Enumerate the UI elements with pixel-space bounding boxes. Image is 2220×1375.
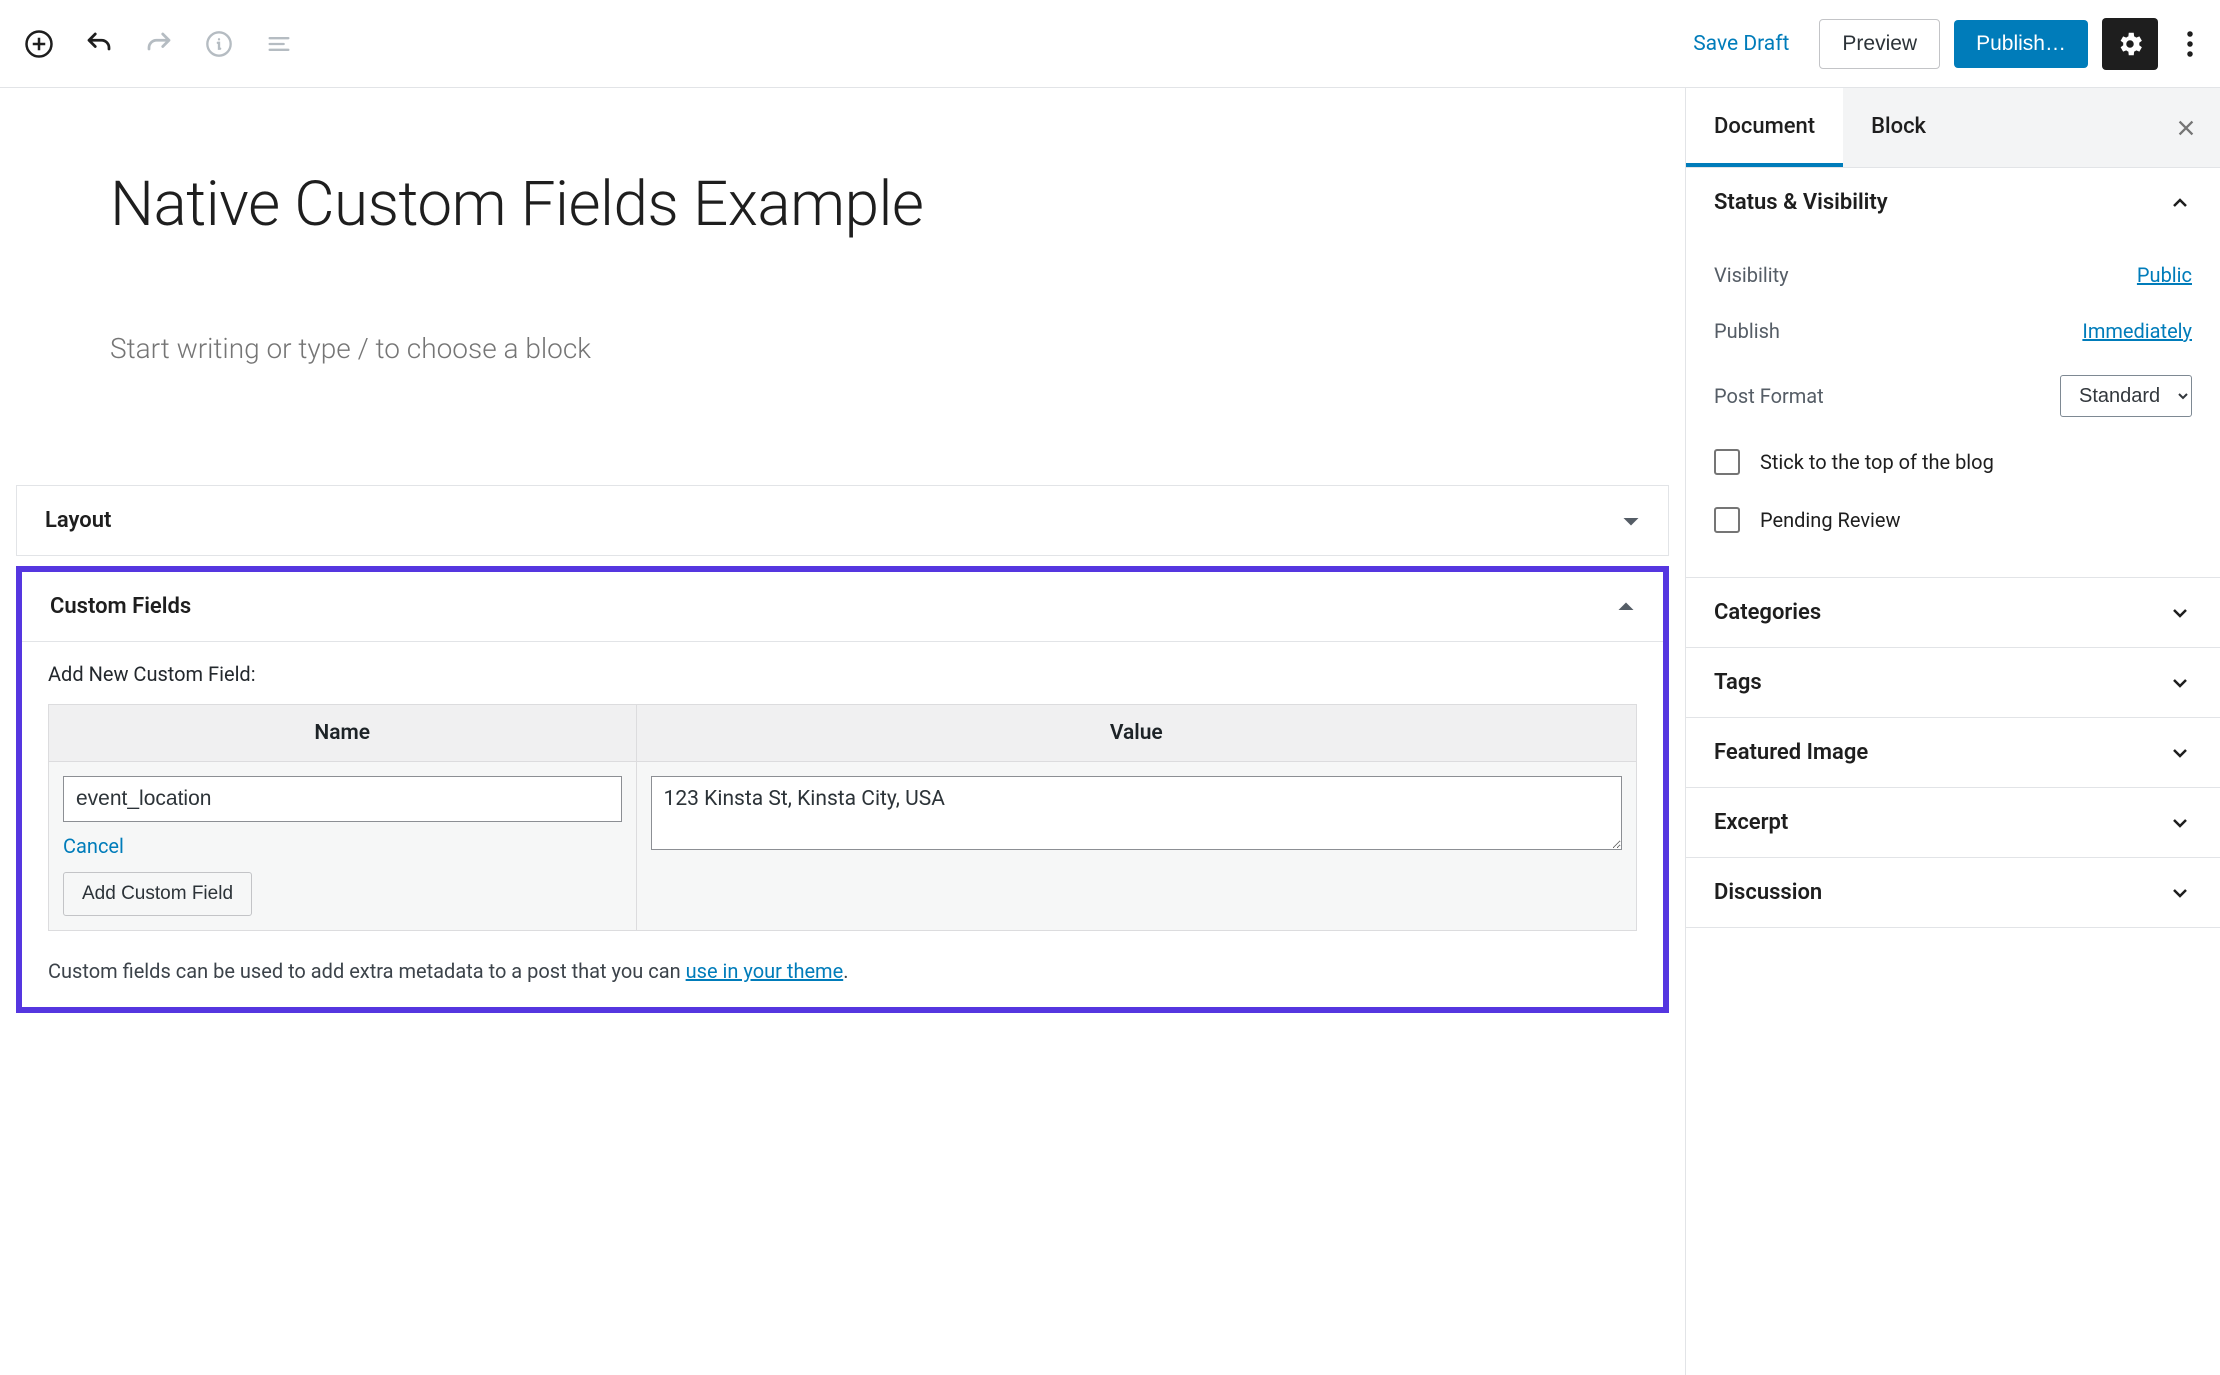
custom-fields-header[interactable]: Custom Fields: [22, 572, 1663, 641]
list-icon: [265, 30, 293, 58]
custom-field-value-input[interactable]: 123 Kinsta St, Kinsta City, USA: [651, 776, 1622, 850]
panel-tags-header[interactable]: Tags: [1686, 648, 2220, 717]
chevron-down-icon: [2168, 741, 2192, 765]
undo-button[interactable]: [80, 25, 118, 63]
panel-tags: Tags: [1686, 648, 2220, 718]
panel-discussion-header[interactable]: Discussion: [1686, 858, 2220, 927]
publish-label: Publish: [1714, 319, 1780, 343]
redo-button[interactable]: [140, 25, 178, 63]
use-in-theme-link[interactable]: use in your theme: [686, 959, 844, 983]
info-icon: [205, 30, 233, 58]
name-header: Name: [49, 705, 637, 762]
triangle-up-icon: [1617, 598, 1635, 616]
visibility-label: Visibility: [1714, 263, 1789, 287]
close-icon: [2175, 117, 2197, 139]
post-body-placeholder[interactable]: Start writing or type / to choose a bloc…: [110, 332, 1490, 365]
settings-sidebar: Document Block Status & Visibility: [1685, 88, 2220, 1375]
add-block-button[interactable]: [20, 25, 58, 63]
panel-featured-image: Featured Image: [1686, 718, 2220, 788]
value-header: Value: [636, 705, 1636, 762]
editor-content: Native Custom Fields Example Start writi…: [0, 88, 1685, 1375]
chevron-up-icon: [2168, 191, 2192, 215]
custom-field-name-input[interactable]: [63, 776, 622, 822]
triangle-down-icon: [1622, 512, 1640, 530]
publish-value[interactable]: Immediately: [2082, 319, 2192, 343]
panel-featured-header[interactable]: Featured Image: [1686, 718, 2220, 787]
post-title-input[interactable]: Native Custom Fields Example: [110, 168, 1490, 242]
chevron-down-icon: [2168, 881, 2192, 905]
add-new-custom-field-label: Add New Custom Field:: [48, 662, 1637, 686]
save-draft-button[interactable]: Save Draft: [1677, 22, 1805, 66]
chevron-down-icon: [2168, 601, 2192, 625]
redo-icon: [144, 29, 174, 59]
stick-to-top-label: Stick to the top of the blog: [1760, 450, 1994, 474]
visibility-value[interactable]: Public: [2137, 263, 2192, 287]
pending-review-label: Pending Review: [1760, 508, 1901, 532]
layout-title: Layout: [45, 508, 111, 533]
stick-to-top-checkbox[interactable]: [1714, 449, 1740, 475]
layout-metabox-header[interactable]: Layout: [17, 486, 1668, 555]
panel-excerpt: Excerpt: [1686, 788, 2220, 858]
tab-document[interactable]: Document: [1686, 88, 1843, 167]
plus-circle-icon: [24, 29, 54, 59]
panel-categories-header[interactable]: Categories: [1686, 578, 2220, 647]
post-format-label: Post Format: [1714, 384, 1824, 408]
more-vertical-icon: [2186, 29, 2194, 59]
post-format-select[interactable]: Standard: [2060, 375, 2192, 417]
panel-categories: Categories: [1686, 578, 2220, 648]
more-menu-button[interactable]: [2172, 18, 2208, 70]
panel-status-visibility: Status & Visibility Visibility Public Pu…: [1686, 168, 2220, 578]
layout-metabox: Layout: [16, 485, 1669, 556]
panel-status-header[interactable]: Status & Visibility: [1686, 168, 2220, 237]
panel-discussion: Discussion: [1686, 858, 2220, 928]
info-button[interactable]: [200, 25, 238, 63]
custom-fields-title: Custom Fields: [50, 594, 191, 619]
gear-icon: [2115, 29, 2145, 59]
custom-fields-note: Custom fields can be used to add extra m…: [48, 959, 1637, 983]
top-toolbar: Save Draft Preview Publish…: [0, 0, 2220, 88]
custom-fields-metabox: Custom Fields Add New Custom Field: Name…: [16, 566, 1669, 1013]
add-custom-field-button[interactable]: Add Custom Field: [63, 872, 252, 916]
publish-button[interactable]: Publish…: [1954, 20, 2088, 68]
cancel-link[interactable]: Cancel: [63, 834, 124, 858]
preview-button[interactable]: Preview: [1819, 19, 1940, 69]
tab-block[interactable]: Block: [1843, 88, 1954, 167]
close-sidebar-button[interactable]: [2162, 104, 2210, 152]
undo-icon: [84, 29, 114, 59]
settings-button[interactable]: [2102, 18, 2158, 70]
chevron-down-icon: [2168, 811, 2192, 835]
outline-button[interactable]: [260, 25, 298, 63]
chevron-down-icon: [2168, 671, 2192, 695]
pending-review-checkbox[interactable]: [1714, 507, 1740, 533]
custom-fields-table: Name Value Cancel Add Custom Field: [48, 704, 1637, 931]
panel-excerpt-header[interactable]: Excerpt: [1686, 788, 2220, 857]
